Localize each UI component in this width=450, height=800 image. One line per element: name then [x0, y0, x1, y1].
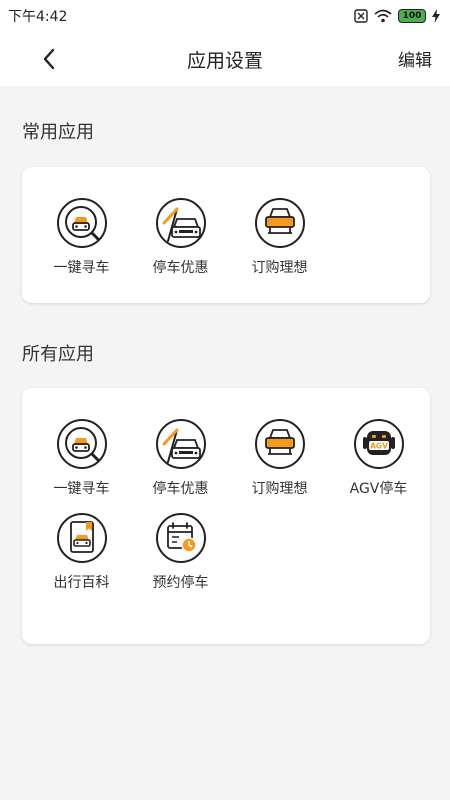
common-apps-card: 一键寻车 停车优惠 订购理想 [22, 167, 430, 303]
car-search-icon [56, 198, 107, 248]
parking-discount-icon [155, 198, 206, 248]
app-label: AGV停车 [349, 481, 408, 497]
app-item-agv-parking[interactable]: AGV AGV停车 [329, 418, 428, 498]
app-item-order-car[interactable]: 订购理想 [230, 197, 329, 277]
app-label: 一键寻车 [53, 481, 110, 497]
status-time: 下午4:42 [8, 9, 68, 25]
status-bar: 下午4:42 100 [0, 0, 450, 32]
status-icons: 100 [354, 9, 440, 23]
app-label: 订购理想 [251, 260, 308, 276]
calendar-clock-icon [155, 513, 206, 563]
all-apps-grid: 一键寻车 停车优惠 订购理想 AGV AGV停车 出行百科 预约停车 [22, 388, 430, 592]
app-item-car-search[interactable]: 一键寻车 [32, 418, 131, 498]
section-title-all: 所有应用 [22, 344, 94, 365]
all-apps-card: 一键寻车 停车优惠 订购理想 AGV AGV停车 出行百科 预约停车 [22, 388, 430, 644]
svg-text:AGV: AGV [370, 442, 388, 451]
app-label: 订购理想 [251, 481, 308, 497]
app-item-order-car[interactable]: 订购理想 [230, 418, 329, 498]
app-item-travel-book[interactable]: 出行百科 [32, 512, 131, 592]
sim-off-icon [354, 9, 368, 23]
nav-bar: 应用设置 编辑 [0, 32, 450, 86]
page-title: 应用设置 [186, 49, 263, 72]
order-car-icon [254, 198, 305, 248]
back-button[interactable] [34, 44, 64, 74]
app-label: 一键寻车 [53, 260, 110, 276]
app-label: 预约停车 [152, 575, 209, 591]
battery-indicator: 100 [398, 9, 426, 23]
app-item-reserve-parking[interactable]: 预约停车 [131, 512, 230, 592]
travel-book-icon [56, 513, 107, 563]
edit-button[interactable]: 编辑 [398, 46, 432, 71]
app-item-parking-discount[interactable]: 停车优惠 [131, 197, 230, 277]
app-label: 出行百科 [53, 575, 110, 591]
chevron-left-icon [43, 48, 55, 70]
app-item-car-search[interactable]: 一键寻车 [32, 197, 131, 277]
wifi-icon [374, 9, 392, 23]
agv-robot-icon: AGV [353, 419, 404, 469]
app-item-parking-discount[interactable]: 停车优惠 [131, 418, 230, 498]
app-label: 停车优惠 [152, 260, 209, 276]
charging-icon [432, 9, 440, 23]
app-label: 停车优惠 [152, 481, 209, 497]
common-apps-grid: 一键寻车 停车优惠 订购理想 [22, 167, 430, 277]
car-search-icon [56, 419, 107, 469]
order-car-icon [254, 419, 305, 469]
parking-discount-icon [155, 419, 206, 469]
section-title-common: 常用应用 [22, 122, 94, 143]
